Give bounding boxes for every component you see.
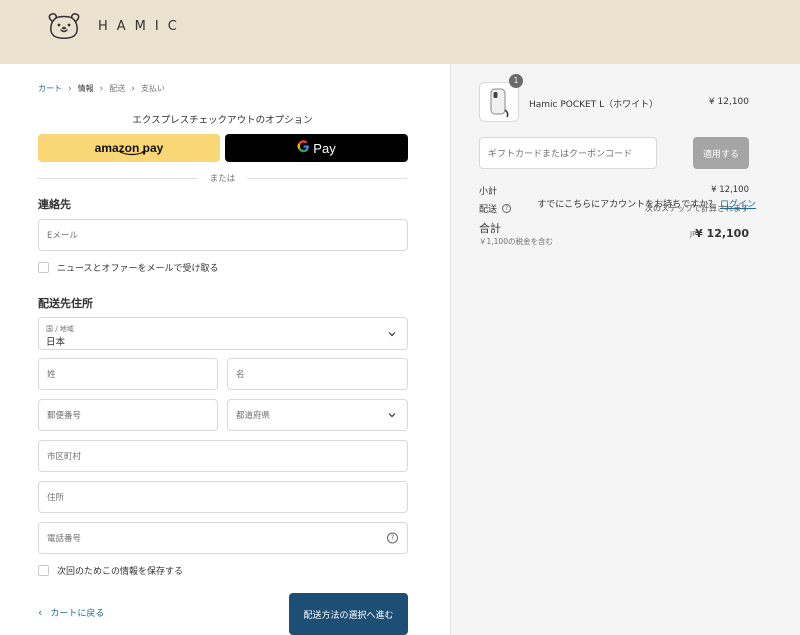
country-select[interactable]: 国 / 地域 日本: [38, 317, 408, 350]
newsletter-checkbox[interactable]: [38, 262, 49, 273]
address-placeholder: 住所: [47, 493, 65, 503]
brand-name: HAMIC: [98, 18, 186, 34]
amazon-smile-icon: [119, 151, 146, 156]
first-name-field[interactable]: 名: [227, 358, 408, 390]
product-name: Hamic POCKET L（ホワイト）: [529, 100, 659, 110]
chevron-right-icon: ›: [99, 83, 104, 94]
product-thumbnail: [479, 82, 519, 122]
or-label: または: [209, 174, 236, 184]
address-field[interactable]: 住所: [38, 481, 408, 513]
subtotal-label: 小計: [479, 187, 498, 197]
breadcrumb-shipping: 配送: [109, 84, 126, 93]
help-icon[interactable]: ?: [502, 204, 512, 213]
save-info-checkbox[interactable]: [38, 565, 49, 576]
tax-note: ￥1,100の税金を含む: [479, 237, 553, 246]
city-field[interactable]: 市区町村: [38, 440, 408, 472]
contact-heading: 連絡先: [38, 198, 71, 211]
chevron-left-icon: ‹: [38, 606, 43, 619]
help-icon[interactable]: ?: [387, 532, 398, 544]
last-name-field[interactable]: 姓: [38, 358, 218, 390]
save-info-label: 次回のためこの情報を保存する: [57, 567, 184, 577]
phone-placeholder: 電話番号: [47, 534, 82, 544]
prefecture-select[interactable]: 都道府県: [227, 399, 408, 431]
back-to-cart-label: カートに戻る: [50, 609, 105, 619]
back-to-cart-link[interactable]: ‹ カートに戻る: [38, 606, 104, 619]
continue-to-shipping-button[interactable]: 配送方法の選択へ進む: [289, 593, 408, 635]
chevron-right-icon: ›: [68, 83, 72, 94]
chevron-down-icon: [388, 331, 396, 336]
bear-face-icon: [46, 12, 82, 40]
amazon-pay-button[interactable]: amazon pay: [38, 134, 220, 162]
breadcrumb: カート › 情報 › 配送 › 支払い: [38, 83, 165, 94]
breadcrumb-cart[interactable]: カート: [38, 83, 62, 94]
product-price: ¥ 12,100: [708, 97, 749, 107]
email-placeholder: Eメール: [47, 231, 78, 241]
newsletter-option[interactable]: ニュースとオファーをメールで受け取る: [38, 261, 219, 274]
chevron-right-icon: ›: [131, 83, 135, 94]
google-pay-label: Pay: [313, 140, 336, 156]
total-value: ¥ 12,100: [695, 227, 749, 240]
breadcrumb-information: 情報: [77, 84, 94, 93]
express-checkout-title: エクスプレスチェックアウトのオプション: [132, 115, 313, 126]
quantity-badge: 1: [509, 74, 523, 88]
chevron-down-icon: [388, 413, 396, 418]
brand-logo[interactable]: HAMIC: [46, 12, 186, 40]
total-label: 合計: [479, 222, 501, 235]
google-g-icon: [297, 140, 310, 156]
city-placeholder: 市区町村: [47, 452, 82, 462]
breadcrumb-payment: 支払い: [140, 84, 165, 93]
apply-coupon-button[interactable]: 適用する: [693, 137, 749, 169]
save-info-option[interactable]: 次回のためこの情報を保存する: [38, 564, 183, 577]
postal-code-field[interactable]: 郵便番号: [38, 399, 218, 431]
last-name-placeholder: 姓: [47, 370, 56, 380]
newsletter-label: ニュースとオファーをメールで受け取る: [57, 264, 219, 274]
phone-case-image: [490, 88, 509, 118]
prefecture-placeholder: 都道府県: [236, 411, 271, 421]
shipping-row-label: 配送 ?: [479, 202, 512, 215]
coupon-placeholder: ギフトカードまたはクーポンコード: [488, 149, 633, 160]
site-header: HAMIC: [0, 0, 800, 64]
subtotal-value: ¥ 12,100: [711, 185, 749, 195]
shipping-note: 次のステップで計算されます: [645, 204, 749, 213]
country-label: 国 / 地域: [46, 325, 74, 333]
email-field[interactable]: Eメール: [38, 219, 408, 251]
phone-field[interactable]: 電話番号 ?: [38, 522, 408, 554]
postal-code-placeholder: 郵便番号: [47, 411, 82, 421]
country-value: 日本: [46, 337, 66, 348]
or-divider: または: [38, 172, 407, 186]
first-name-placeholder: 名: [236, 370, 245, 380]
shipping-heading: 配送先住所: [38, 297, 93, 310]
google-pay-button[interactable]: Pay: [225, 134, 408, 162]
shipping-label: 配送: [479, 205, 498, 215]
coupon-code-field[interactable]: ギフトカードまたはクーポンコード: [479, 137, 657, 169]
